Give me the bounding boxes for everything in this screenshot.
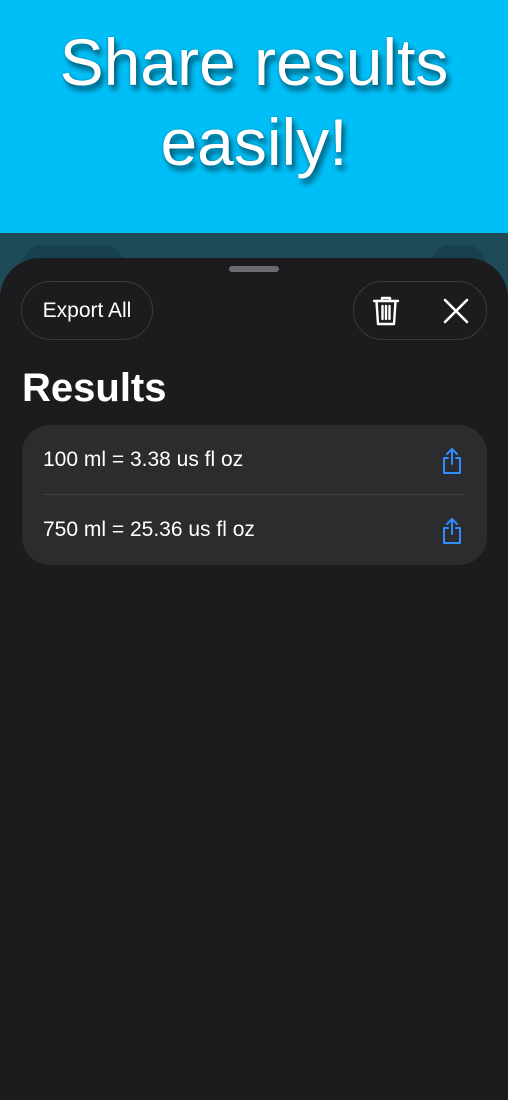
result-row: 750 ml = 25.36 us fl oz [22,495,487,565]
share-icon [443,448,461,474]
delete-all-button[interactable] [364,290,408,332]
share-result-button[interactable] [436,446,468,476]
sheet-grabber[interactable] [229,266,279,272]
result-row: 100 ml = 3.38 us fl oz [22,425,487,495]
trash-icon [372,296,400,326]
promo-line-1: Share results [59,25,449,99]
result-text: 100 ml = 3.38 us fl oz [43,448,244,471]
close-icon [443,298,469,324]
sheet-actions-group [353,281,487,340]
result-text: 750 ml = 25.36 us fl oz [43,518,255,541]
share-icon [443,518,461,544]
promo-banner: Share results easily! [0,0,508,233]
results-sheet: Export All Results 100 ml = 3.38 us fl o… [0,258,508,1100]
results-title: Results [22,366,167,410]
promo-headline: Share results easily! [0,22,508,182]
results-list: 100 ml = 3.38 us fl oz 750 ml = 25.36 us… [22,425,487,565]
share-result-button[interactable] [436,516,468,546]
close-button[interactable] [434,290,478,332]
promo-line-2: easily! [160,105,348,179]
export-all-button[interactable]: Export All [21,281,153,340]
